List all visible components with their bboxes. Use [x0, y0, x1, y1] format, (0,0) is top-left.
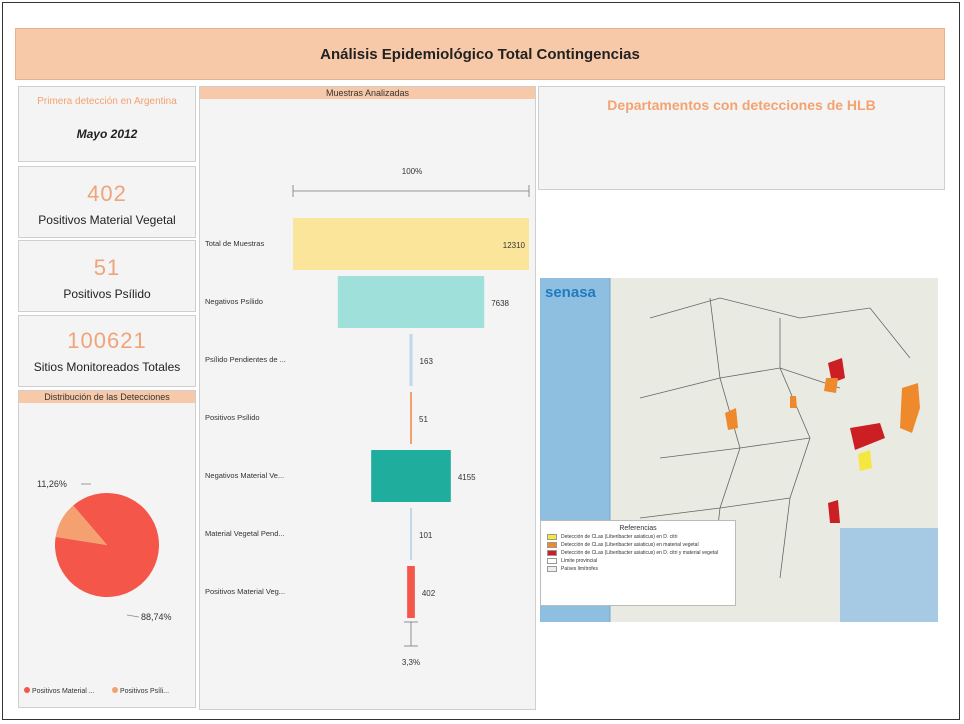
pie-label-small: 11,26%	[37, 479, 67, 489]
map-legend-label: Límite provincial	[561, 558, 598, 564]
distribution-card: Distribución de las Detecciones 11,26% 8…	[18, 390, 196, 708]
muestras-card: Muestras Analizadas 100% Total de Muestr…	[199, 86, 536, 710]
funnel-category-label: Total de Muestras	[205, 239, 264, 248]
funnel-bar[interactable]	[293, 218, 529, 270]
legend-label-material[interactable]: Positivos Material ...	[32, 688, 95, 695]
distribution-pie-chart[interactable]: 11,26% 88,74% Positivos Material ... Pos…	[19, 403, 195, 707]
map-region-orange-3	[790, 396, 797, 408]
legend-label-psilido[interactable]: Positivos Psíli...	[120, 688, 169, 695]
funnel-category-label: Negativos Psílido	[205, 297, 263, 306]
map-region-orange-1	[824, 378, 838, 393]
kpi-sitios-value: 100621	[67, 328, 147, 353]
first-detection-label: Primera detección en Argentina	[37, 96, 177, 107]
map-region-orange-2	[725, 408, 738, 430]
funnel-value-label: 101	[419, 531, 433, 540]
map-region-yellow	[858, 450, 872, 471]
kpi-positivos-material-label: Positivos Material Vegetal	[38, 213, 176, 227]
map-legend-swatch-red	[547, 550, 557, 556]
map-legend-swatch-paises	[547, 566, 557, 572]
map-legend-title: Referencias	[619, 525, 657, 532]
funnel-value-label: 7638	[491, 299, 509, 308]
muestras-funnel-chart[interactable]: 100% Total de Muestras 12310 Negativos Psí…	[200, 99, 535, 709]
map-legend-swatch-provincial	[547, 558, 557, 564]
funnel-bar[interactable]	[337, 276, 485, 328]
page-title: Análisis Epidemiológico Total Contingenc…	[15, 28, 945, 80]
pie-label-large: 88,74%	[141, 612, 172, 622]
kpi-positivos-psilido-card: 51 Positivos Psílido	[18, 240, 196, 312]
senasa-logo: senasa	[545, 284, 596, 301]
first-detection-value: Mayo 2012	[76, 127, 138, 141]
distribution-title: Distribución de las Detecciones	[19, 391, 195, 403]
funnel-value-label: 402	[422, 589, 436, 598]
deptos-card: Departamentos con detecciones de HLB	[538, 86, 945, 190]
funnel-category-label: Positivos Material Veg...	[205, 587, 285, 596]
kpi-positivos-material-value: 402	[87, 181, 127, 206]
funnel-value-label: 163	[420, 357, 434, 366]
funnel-bar[interactable]	[407, 566, 415, 618]
map-region-red-3	[828, 500, 840, 523]
bottom-percent-label: 3,3%	[402, 658, 420, 667]
map-legend-row: Detección de CLas (Liberibacter asiaticu…	[547, 550, 729, 556]
kpi-positivos-psilido-label: Positivos Psílido	[63, 287, 151, 301]
funnel-bar[interactable]	[410, 392, 412, 444]
deptos-title: Departamentos con detecciones de HLB	[607, 97, 876, 113]
funnel-category-label: Positivos Psílido	[205, 413, 260, 422]
map-region-misiones	[900, 383, 920, 433]
funnel-value-label: 4155	[458, 473, 476, 482]
kpi-sitios-label: Sitios Monitoreados Totales	[33, 360, 181, 374]
map-rio-de-la-plata	[840, 528, 938, 622]
funnel-bar[interactable]	[409, 334, 413, 386]
kpi-sitios-card: 100621 Sitios Monitoreados Totales	[18, 315, 196, 387]
pie-leader-large	[126, 614, 140, 618]
map-legend-label: Detección de CLas (Liberibacter asiaticu…	[561, 550, 719, 556]
map-legend-label: Detección de CLas (Liberibacter asiaticu…	[561, 542, 699, 548]
funnel-category-label: Psílido Pendientes de ...	[205, 355, 286, 364]
funnel-category-label: Material Vegetal Pend...	[205, 529, 285, 538]
map-legend-row: Detección de CLas (Liberibacter asiaticu…	[547, 534, 729, 540]
first-detection-card: Primera detección en Argentina Mayo 2012	[18, 86, 196, 162]
funnel-bars[interactable]: Total de Muestras 12310 Negativos Psílido 7…	[205, 218, 529, 618]
map-legend-swatch-orange	[547, 542, 557, 548]
funnel-value-label: 12310	[503, 241, 526, 250]
top-percent-label: 100%	[402, 167, 422, 176]
map-legend: Referencias Detección de CLas (Liberibac…	[540, 520, 736, 606]
kpi-positivos-material-card: 402 Positivos Material Vegetal	[18, 166, 196, 238]
map-legend-label: Países limítrofes	[561, 566, 598, 572]
map-legend-row: Límite provincial	[547, 558, 729, 564]
funnel-category-label: Negativos Material Ve...	[205, 471, 284, 480]
funnel-bar[interactable]	[371, 450, 451, 502]
map-legend-row: Detección de CLas (Liberibacter asiaticu…	[547, 542, 729, 548]
map-legend-row: Países limítrofes	[547, 566, 729, 572]
map-legend-swatch-yellow	[547, 534, 557, 540]
legend-dot-psilido	[112, 687, 118, 693]
legend-dot-material	[24, 687, 30, 693]
muestras-title: Muestras Analizadas	[200, 87, 535, 99]
funnel-value-label: 51	[419, 415, 428, 424]
funnel-bar[interactable]	[410, 508, 412, 560]
pie-slices[interactable]	[55, 493, 159, 597]
kpi-positivos-psilido-value: 51	[93, 255, 121, 280]
map-region-red-2	[850, 423, 885, 450]
map-legend-label: Detección de CLas (Liberibacter asiaticu…	[561, 534, 678, 540]
